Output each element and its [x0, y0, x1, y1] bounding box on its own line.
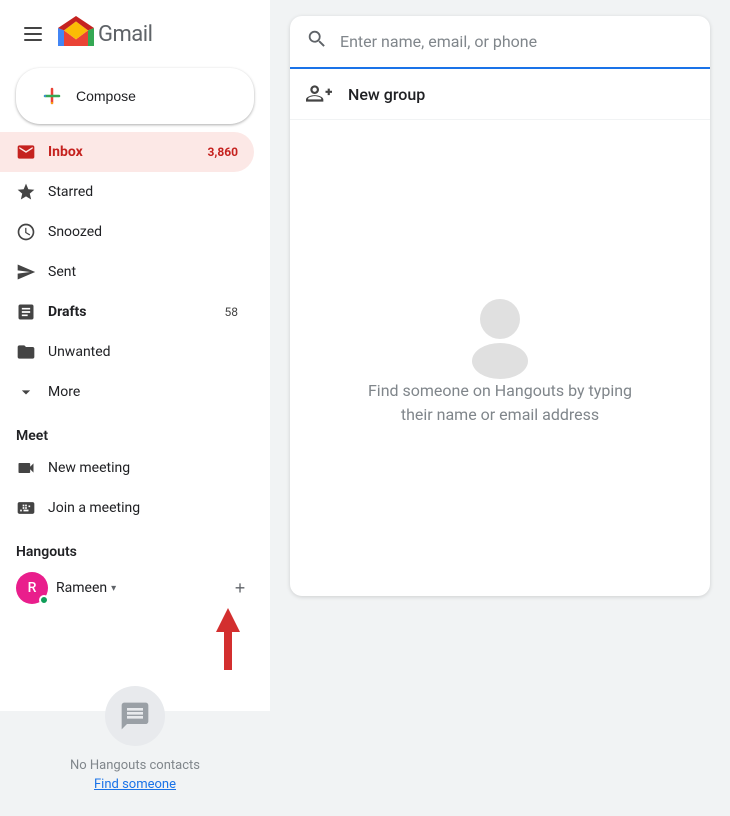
nav-list: Inbox 3,860 Starred Snoozed Sent [0, 132, 270, 412]
sidebar-item-unwanted[interactable]: Unwanted [0, 332, 254, 372]
inbox-icon [16, 142, 36, 162]
search-bar [290, 16, 710, 69]
add-hangout-button[interactable]: + [226, 574, 254, 602]
sidebar-item-new-meeting[interactable]: New meeting [0, 448, 254, 488]
send-icon [16, 262, 36, 282]
unwanted-label: Unwanted [48, 344, 238, 360]
video-icon [16, 458, 36, 478]
sidebar-item-more[interactable]: More [0, 372, 254, 412]
user-avatar: R [16, 572, 48, 604]
hangouts-section: R Rameen ▾ + No Hangouts contacts Find s… [0, 564, 270, 816]
right-panel: New group Find someone on Hangouts by ty… [270, 0, 730, 711]
empty-state: Find someone on Hangouts by typing their… [290, 120, 710, 596]
new-meeting-label: New meeting [48, 460, 238, 476]
drafts-badge: 58 [225, 305, 239, 319]
sidebar-item-drafts[interactable]: Drafts 58 [0, 292, 254, 332]
gmail-logo: Gmail [58, 16, 152, 52]
meet-list: New meeting Join a meeting [0, 448, 270, 528]
inbox-label: Inbox [48, 144, 196, 160]
no-contacts-area: No Hangouts contacts Find someone [16, 670, 254, 808]
drafts-icon [16, 302, 36, 322]
find-someone-link[interactable]: Find someone [94, 777, 176, 792]
red-arrow-shaft [224, 632, 232, 670]
sidebar-item-join-meeting[interactable]: Join a meeting [0, 488, 254, 528]
join-meeting-label: Join a meeting [48, 500, 238, 516]
snoozed-label: Snoozed [48, 224, 238, 240]
sidebar-item-sent[interactable]: Sent [0, 252, 254, 292]
search-input[interactable] [340, 32, 694, 51]
online-status-dot [39, 595, 49, 605]
hangouts-card: New group Find someone on Hangouts by ty… [290, 16, 710, 596]
meet-section-header: Meet [0, 412, 270, 448]
drafts-label: Drafts [48, 304, 213, 320]
chat-bubble-icon [105, 686, 165, 746]
sidebar-item-starred[interactable]: Starred [0, 172, 254, 212]
hangouts-user-name[interactable]: Rameen ▾ [56, 580, 116, 596]
empty-state-text: Find someone on Hangouts by typing their… [368, 379, 632, 427]
avatar-initial: R [28, 580, 37, 596]
inbox-badge: 3,860 [208, 145, 239, 159]
compose-label: Compose [76, 88, 136, 104]
starred-label: Starred [48, 184, 238, 200]
no-contacts-text: No Hangouts contacts [70, 758, 200, 773]
sent-label: Sent [48, 264, 238, 280]
new-group-icon [306, 81, 332, 107]
compose-button[interactable]: Compose [16, 68, 254, 124]
gmail-logo-icon [58, 16, 94, 52]
sidebar-item-snoozed[interactable]: Snoozed [0, 212, 254, 252]
more-label: More [48, 384, 238, 400]
new-group-label: New group [348, 85, 425, 104]
clock-icon [16, 222, 36, 242]
new-group-row[interactable]: New group [290, 69, 710, 120]
sidebar-header: Gmail [0, 8, 270, 64]
hamburger-menu-button[interactable] [16, 19, 50, 49]
person-silhouette-icon [455, 289, 545, 379]
sidebar-item-inbox[interactable]: Inbox 3,860 [0, 132, 254, 172]
red-arrow-head [216, 608, 240, 632]
star-icon [16, 182, 36, 202]
chevron-down-icon [16, 382, 36, 402]
gmail-title: Gmail [98, 22, 152, 47]
hangouts-user-row: R Rameen ▾ + [16, 572, 254, 604]
sidebar: Gmail Compose Inbox 3,860 [0, 0, 270, 711]
hangouts-section-header: Hangouts [0, 528, 270, 564]
keyboard-icon [16, 498, 36, 518]
folder-icon [16, 342, 36, 362]
search-icon [306, 28, 328, 55]
compose-plus-icon [40, 84, 64, 108]
name-dropdown-icon: ▾ [111, 583, 116, 594]
